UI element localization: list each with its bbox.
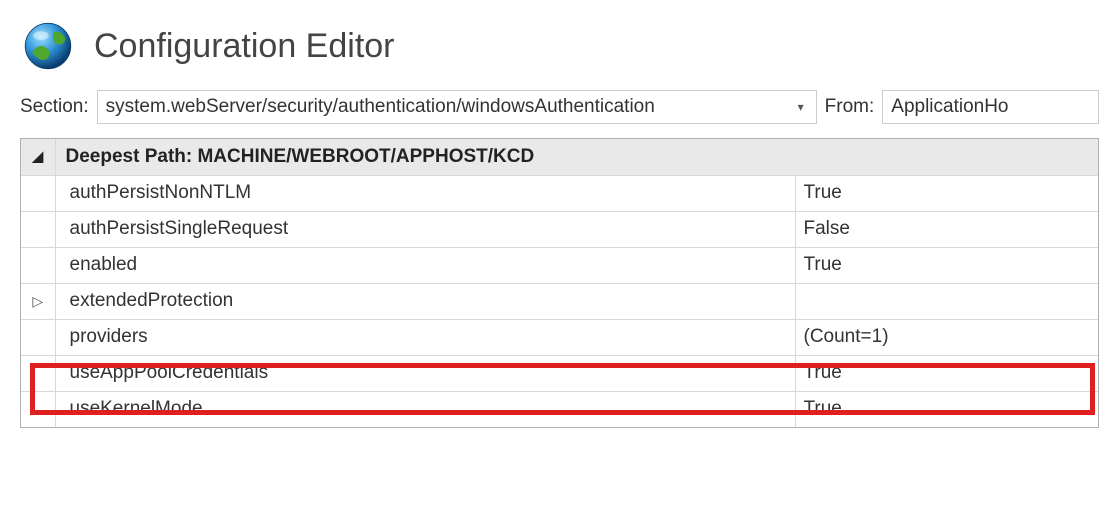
prop-value[interactable]	[795, 283, 1098, 319]
grid-row[interactable]: authPersistSingleRequest False	[21, 211, 1098, 247]
grid-row[interactable]: enabled True	[21, 247, 1098, 283]
prop-name: useKernelMode	[55, 391, 795, 427]
property-grid: ◢ Deepest Path: MACHINE/WEBROOT/APPHOST/…	[20, 138, 1099, 428]
prop-value[interactable]: False	[795, 211, 1098, 247]
page-header: Configuration Editor	[0, 0, 1119, 84]
from-dropdown[interactable]: ApplicationHo	[882, 90, 1099, 124]
prop-value[interactable]: True	[795, 175, 1098, 211]
prop-value[interactable]: True	[795, 391, 1098, 427]
collapse-icon[interactable]: ◢	[21, 139, 55, 175]
from-label: From:	[825, 96, 875, 118]
prop-name: enabled	[55, 247, 795, 283]
globe-icon	[20, 18, 76, 74]
grid-row[interactable]: authPersistNonNTLM True	[21, 175, 1098, 211]
prop-name: authPersistNonNTLM	[55, 175, 795, 211]
prop-name: useAppPoolCredentials	[55, 355, 795, 391]
prop-value[interactable]: True	[795, 355, 1098, 391]
from-value: ApplicationHo	[891, 96, 1008, 118]
prop-name: extendedProtection	[55, 283, 795, 319]
expand-icon[interactable]: ▷	[21, 283, 55, 319]
grid-row[interactable]: useKernelMode True	[21, 391, 1098, 427]
prop-value[interactable]: (Count=1)	[795, 319, 1098, 355]
grid-row[interactable]: providers (Count=1)	[21, 319, 1098, 355]
section-value: system.webServer/security/authentication…	[106, 96, 794, 118]
section-dropdown[interactable]: system.webServer/security/authentication…	[97, 90, 817, 124]
section-label: Section:	[20, 96, 89, 118]
grid-header-row[interactable]: ◢ Deepest Path: MACHINE/WEBROOT/APPHOST/…	[21, 139, 1098, 175]
chevron-down-icon: ▾	[794, 100, 808, 114]
grid-header-path: MACHINE/WEBROOT/APPHOST/KCD	[197, 146, 534, 167]
page-title: Configuration Editor	[94, 27, 395, 66]
grid-row[interactable]: ▷ extendedProtection	[21, 283, 1098, 319]
grid-row-highlighted[interactable]: useAppPoolCredentials True	[21, 355, 1098, 391]
grid-header-label: Deepest Path:	[66, 146, 198, 167]
toolbar: Section: system.webServer/security/authe…	[0, 84, 1119, 138]
prop-name: providers	[55, 319, 795, 355]
prop-name: authPersistSingleRequest	[55, 211, 795, 247]
prop-value[interactable]: True	[795, 247, 1098, 283]
